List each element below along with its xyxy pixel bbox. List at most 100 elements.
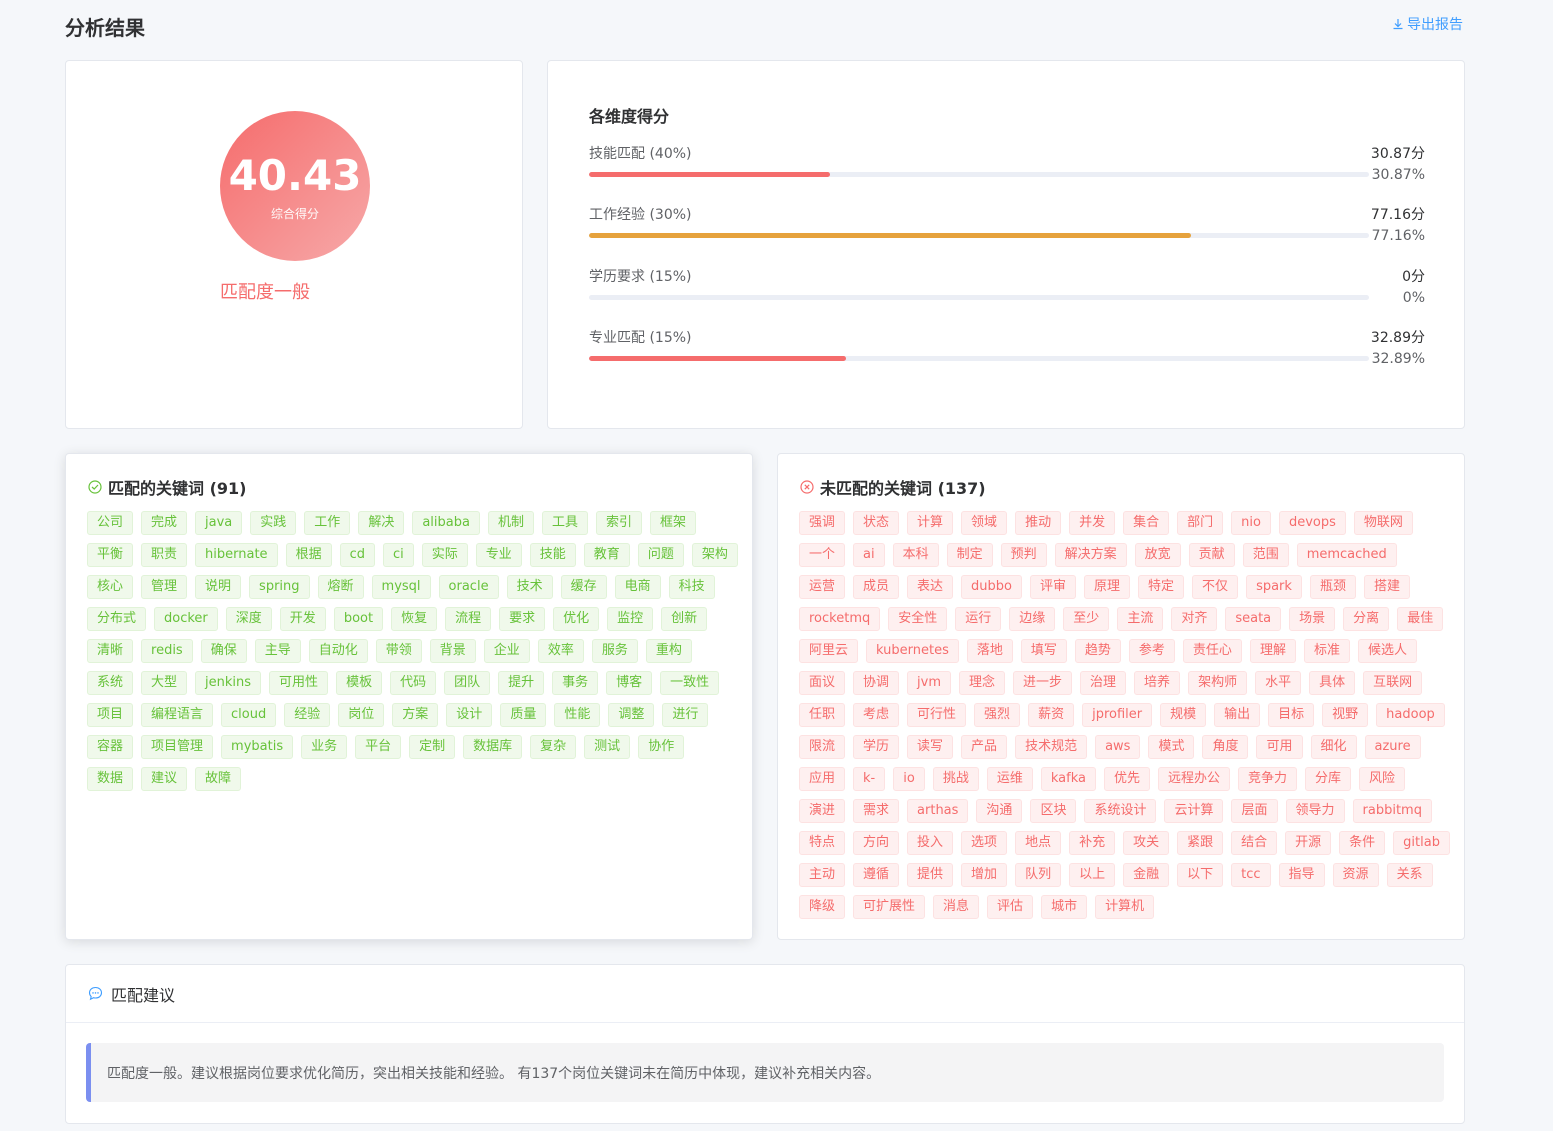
unmatched-keyword-tag: 解决方案 — [1054, 543, 1127, 567]
matched-keyword-tag: 说明 — [195, 575, 242, 599]
unmatched-keyword-tag: 任职 — [799, 703, 846, 727]
matched-keyword-tag: 深度 — [225, 607, 272, 631]
dimension-progress-bar — [589, 172, 1369, 177]
matched-keyword-tag: 项目 — [87, 703, 134, 727]
unmatched-keyword-tag: 薪资 — [1028, 703, 1075, 727]
match-suggestion-header: 匹配建议 — [66, 965, 1464, 1023]
matched-keyword-tag: jenkins — [195, 671, 262, 695]
page-title: 分析结果 — [65, 16, 145, 40]
dimension-progress-bar — [589, 356, 1369, 361]
matched-keyword-tag: 博客 — [606, 671, 653, 695]
matched-keyword-tag: 优化 — [553, 607, 600, 631]
matched-keyword-tag: 代码 — [390, 671, 437, 695]
matched-keyword-tag: 背景 — [429, 639, 476, 663]
unmatched-keyword-tag: 表达 — [907, 575, 954, 599]
unmatched-keyword-tag: 搭建 — [1363, 575, 1410, 599]
matched-keyword-tag: oracle — [438, 575, 499, 599]
unmatched-keyword-tag: 资源 — [1332, 863, 1379, 887]
matched-keyword-tag: mysql — [371, 575, 431, 599]
dimension-percent: 0% — [1402, 290, 1425, 306]
unmatched-keyword-tag: 开源 — [1285, 831, 1332, 855]
dimension-name: 专业匹配 (15%) — [589, 330, 692, 346]
matched-keyword-tag: 完成 — [141, 511, 188, 535]
unmatched-keyword-tag: ai — [853, 543, 885, 567]
matched-keyword-tag: mybatis — [221, 735, 294, 759]
unmatched-keyword-tag: 条件 — [1339, 831, 1386, 855]
matched-keyword-tag: 事务 — [552, 671, 599, 695]
unmatched-keyword-tag: 计算 — [907, 511, 954, 535]
matched-keyword-tag: alibaba — [412, 511, 480, 535]
matched-keyword-tag: 容器 — [87, 735, 134, 759]
dimension-score: 32.89分 — [1370, 330, 1425, 346]
matched-keyword-tag: 主导 — [254, 639, 301, 663]
matched-keyword-tag: 技术 — [506, 575, 553, 599]
matched-keyword-tag: redis — [141, 639, 193, 663]
matched-keyword-tag: 缓存 — [560, 575, 607, 599]
matched-keyword-tag: 企业 — [483, 639, 530, 663]
matched-keyword-tag: 索引 — [596, 511, 643, 535]
unmatched-keyword-tag: 落地 — [966, 639, 1013, 663]
matched-keyword-tag: cloud — [221, 703, 277, 727]
unmatched-keyword-tag: 远程办公 — [1157, 767, 1230, 791]
unmatched-keyword-tag: 运行 — [955, 607, 1002, 631]
matched-keyword-tag: boot — [333, 607, 384, 631]
dimension-row: 工作经验 (30%) 77.16分 77.16% — [589, 204, 1425, 254]
unmatched-keyword-tag: 紧跟 — [1177, 831, 1224, 855]
unmatched-keyword-tag: 参考 — [1128, 639, 1175, 663]
unmatched-keyword-tag: 特点 — [799, 831, 846, 855]
export-report-button[interactable]: 导出报告 — [1392, 14, 1463, 34]
unmatched-keyword-tag: 候选人 — [1357, 639, 1417, 663]
matched-keyword-tag: 进行 — [662, 703, 709, 727]
score-circle: 40.43 综合得分 — [220, 111, 370, 261]
unmatched-keyword-tag: kubernetes — [866, 639, 959, 663]
unmatched-keyword-tag: 学历 — [853, 735, 900, 759]
matched-keyword-tag: 科技 — [668, 575, 715, 599]
dimension-progress-fill — [589, 172, 830, 177]
unmatched-keyword-tag: 运维 — [986, 767, 1033, 791]
unmatched-keyword-tag: 选项 — [961, 831, 1008, 855]
unmatched-keyword-tag: 预判 — [1000, 543, 1047, 567]
matched-keyword-tag: 恢复 — [391, 607, 438, 631]
unmatched-keyword-tag: 需求 — [853, 799, 900, 823]
unmatched-keyword-tag: 攻关 — [1123, 831, 1170, 855]
matched-keyword-tag: 工具 — [541, 511, 588, 535]
unmatched-keyword-tag: tcc — [1231, 863, 1271, 887]
matched-keyword-tag: 大型 — [141, 671, 188, 695]
unmatched-keyword-tag: aws — [1095, 735, 1141, 759]
matched-keyword-tag: 提升 — [498, 671, 545, 695]
unmatched-keyword-tag: 责任心 — [1182, 639, 1242, 663]
unmatched-keyword-tag: gitlab — [1393, 831, 1450, 855]
matched-keyword-tag: 实际 — [421, 543, 468, 567]
matched-keyword-tag: 定制 — [409, 735, 456, 759]
unmatched-keyword-tag: seata — [1225, 607, 1282, 631]
unmatched-keyword-tag: 城市 — [1041, 895, 1088, 919]
matched-keyword-tag: 专业 — [475, 543, 522, 567]
matched-keyword-tag: 清晰 — [87, 639, 134, 663]
unmatched-keyword-tag: 趋势 — [1074, 639, 1121, 663]
matched-keyword-tag: 根据 — [285, 543, 332, 567]
unmatched-keyword-tag: 互联网 — [1363, 671, 1423, 695]
unmatched-keyword-tag: 限流 — [799, 735, 846, 759]
unmatched-keyword-tag: 计算机 — [1095, 895, 1155, 919]
match-level-text: 匹配度一般 — [220, 282, 310, 303]
matched-keyword-tag: 核心 — [87, 575, 134, 599]
unmatched-keyword-tag: 标准 — [1303, 639, 1350, 663]
dimension-name: 学历要求 (15%) — [589, 269, 692, 285]
unmatched-keyword-tag: 补充 — [1069, 831, 1116, 855]
matched-keyword-tag: 监控 — [607, 607, 654, 631]
unmatched-keyword-tag: 治理 — [1080, 671, 1127, 695]
unmatched-keyword-tag: 范围 — [1242, 543, 1289, 567]
unmatched-keyword-tag: 降级 — [799, 895, 846, 919]
unmatched-keyword-tag: 沟通 — [976, 799, 1023, 823]
unmatched-keyword-tag: 挑战 — [932, 767, 979, 791]
unmatched-keyword-tag: 主流 — [1117, 607, 1164, 631]
matched-keyword-tag: 数据 — [87, 767, 134, 791]
unmatched-keyword-tag: 状态 — [853, 511, 900, 535]
overall-score-label: 综合得分 — [270, 206, 319, 221]
unmatched-keyword-tag: 视野 — [1322, 703, 1369, 727]
match-suggestion-title: 匹配建议 — [111, 985, 176, 1005]
dimension-scores-title: 各维度得分 — [589, 107, 670, 126]
unmatched-keyword-tag: 水平 — [1255, 671, 1302, 695]
matched-keyword-tag: 框架 — [650, 511, 697, 535]
unmatched-keyword-tag: 阿里云 — [799, 639, 859, 663]
